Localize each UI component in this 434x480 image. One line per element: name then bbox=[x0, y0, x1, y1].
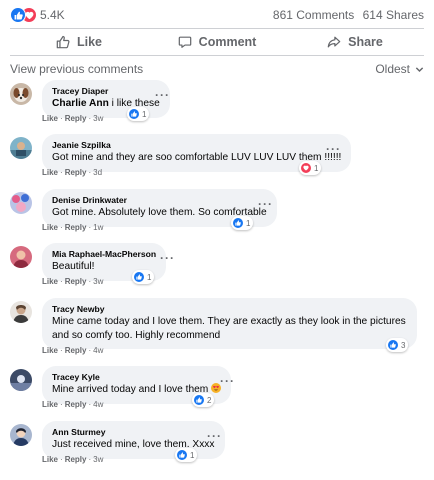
comment-reply-link[interactable]: Reply bbox=[65, 400, 87, 409]
reaction-count: 1 bbox=[142, 109, 147, 119]
comment-reactions[interactable]: 1 bbox=[127, 107, 150, 121]
comment-author[interactable]: Tracy Newby bbox=[52, 303, 407, 315]
comment-like-link[interactable]: Like bbox=[42, 114, 58, 123]
comment-reactions[interactable]: 2 bbox=[192, 393, 215, 407]
more-options-button[interactable]: ··· bbox=[207, 429, 222, 443]
comment-count[interactable]: 861 Comments bbox=[273, 8, 354, 22]
like-button-label: Like bbox=[76, 35, 102, 49]
avatar[interactable] bbox=[10, 83, 32, 105]
comment-timestamp[interactable]: 3w bbox=[93, 455, 103, 464]
share-button[interactable]: Share bbox=[286, 30, 424, 54]
comment-author[interactable]: Tracey Diaper bbox=[52, 85, 160, 97]
comment-timestamp[interactable]: 3w bbox=[93, 277, 103, 286]
divider bbox=[10, 28, 424, 29]
share-button-label: Share bbox=[348, 35, 383, 49]
post-action-bar: Like Comment Share bbox=[10, 30, 424, 54]
reaction-count: 1 bbox=[190, 450, 195, 460]
avatar[interactable] bbox=[10, 246, 32, 268]
avatar[interactable] bbox=[10, 137, 32, 159]
comment-meta: Like · Reply · 3d bbox=[42, 168, 103, 177]
comment-meta: Like · Reply · 4w bbox=[42, 400, 104, 409]
comment-like-link[interactable]: Like bbox=[42, 455, 58, 464]
more-options-button[interactable]: ··· bbox=[220, 374, 235, 388]
comment-reactions[interactable]: 3 bbox=[386, 338, 409, 352]
comment-bubble: Tracey Diaper Charlie Ann i like these bbox=[42, 80, 170, 118]
comment-sort-dropdown[interactable]: Oldest bbox=[375, 62, 424, 76]
comment-sort-label: Oldest bbox=[375, 62, 410, 76]
comment-text: Got mine and they are soo comfortable LU… bbox=[52, 152, 342, 163]
comment-reply-link[interactable]: Reply bbox=[65, 277, 87, 286]
love-reaction-icon bbox=[301, 163, 311, 173]
comment-meta: Like · Reply · 3w bbox=[42, 455, 104, 464]
comment-reply-link[interactable]: Reply bbox=[65, 168, 87, 177]
comment-author[interactable]: Denise Drinkwater bbox=[52, 194, 267, 206]
more-options-button[interactable]: ··· bbox=[160, 251, 175, 265]
comment-reply-link[interactable]: Reply bbox=[65, 455, 87, 464]
like-reaction-icon bbox=[388, 340, 398, 350]
like-reaction-icon bbox=[10, 7, 26, 23]
comment-reactions[interactable]: 1 bbox=[299, 161, 322, 175]
chevron-down-icon bbox=[415, 66, 424, 72]
thumbs-up-icon bbox=[56, 35, 70, 49]
like-button[interactable]: Like bbox=[10, 30, 148, 54]
avatar[interactable] bbox=[10, 192, 32, 214]
view-previous-comments-link[interactable]: View previous comments bbox=[10, 62, 143, 76]
comment-meta: Like · Reply · 3w bbox=[42, 114, 104, 123]
comment-like-link[interactable]: Like bbox=[42, 223, 58, 232]
comment-author[interactable]: Jeanie Szpilka bbox=[52, 139, 341, 151]
reaction-count: 1 bbox=[147, 272, 152, 282]
comment-timestamp[interactable]: 3w bbox=[93, 114, 103, 123]
avatar[interactable] bbox=[10, 301, 32, 323]
reaction-count: 2 bbox=[207, 395, 212, 405]
reaction-count: 3 bbox=[401, 340, 406, 350]
comment-like-link[interactable]: Like bbox=[42, 346, 58, 355]
comment-button-label: Comment bbox=[198, 35, 257, 49]
comment-body: Mine arrived today and I love them bbox=[52, 384, 209, 395]
reaction-count: 1 bbox=[246, 218, 251, 228]
share-count[interactable]: 614 Shares bbox=[363, 8, 424, 22]
comment-reply-link[interactable]: Reply bbox=[65, 114, 87, 123]
like-reaction-icon bbox=[129, 109, 139, 119]
comment-timestamp[interactable]: 1w bbox=[93, 223, 103, 232]
comment-text: Mine came today and I love them. They ar… bbox=[52, 316, 406, 341]
comment-timestamp[interactable]: 4w bbox=[93, 400, 103, 409]
reaction-icons[interactable] bbox=[10, 7, 37, 23]
comment-reply-link[interactable]: Reply bbox=[65, 346, 87, 355]
avatar[interactable] bbox=[10, 424, 32, 446]
comment-meta: Like · Reply · 4w bbox=[42, 346, 104, 355]
reaction-count: 1 bbox=[314, 163, 319, 173]
comment-bubble-icon bbox=[178, 36, 191, 48]
comment-reply-link[interactable]: Reply bbox=[65, 223, 87, 232]
comment-meta: Like · Reply · 3w bbox=[42, 277, 104, 286]
like-reaction-icon bbox=[134, 272, 144, 282]
comment-meta: Like · Reply · 1w bbox=[42, 223, 104, 232]
comment-author[interactable]: Ann Sturmey bbox=[52, 426, 215, 438]
comment-bubble: Ann Sturmey Just received mine, love the… bbox=[42, 421, 225, 459]
comment-author[interactable]: Mia Raphael-MacPherson bbox=[52, 248, 156, 260]
comment-like-link[interactable]: Like bbox=[42, 400, 58, 409]
like-reaction-icon bbox=[177, 450, 187, 460]
comment-like-link[interactable]: Like bbox=[42, 277, 58, 286]
avatar[interactable] bbox=[10, 369, 32, 391]
more-options-button[interactable]: ··· bbox=[258, 197, 273, 211]
tagged-user-link[interactable]: Charlie Ann bbox=[52, 98, 109, 109]
comment-author[interactable]: Tracey Kyle bbox=[52, 371, 221, 383]
reaction-count[interactable]: 5.4K bbox=[40, 8, 65, 22]
more-options-button[interactable]: ··· bbox=[326, 142, 341, 156]
comment-button[interactable]: Comment bbox=[148, 30, 286, 54]
comment-reactions[interactable]: 1 bbox=[175, 448, 198, 462]
share-arrow-icon bbox=[327, 36, 341, 48]
comment-reactions[interactable]: 1 bbox=[231, 216, 254, 230]
post-stats-bar: 5.4K 861 Comments 614 Shares bbox=[0, 0, 434, 28]
divider bbox=[10, 55, 424, 56]
like-reaction-icon bbox=[194, 395, 204, 405]
comment-timestamp[interactable]: 3d bbox=[93, 168, 102, 177]
more-options-button[interactable]: ··· bbox=[155, 88, 170, 102]
comment-reactions[interactable]: 1 bbox=[132, 270, 155, 284]
comment-like-link[interactable]: Like bbox=[42, 168, 58, 177]
comment-timestamp[interactable]: 4w bbox=[93, 346, 103, 355]
comment-bubble: Tracy Newby Mine came today and I love t… bbox=[42, 298, 417, 349]
like-reaction-icon bbox=[233, 218, 243, 228]
